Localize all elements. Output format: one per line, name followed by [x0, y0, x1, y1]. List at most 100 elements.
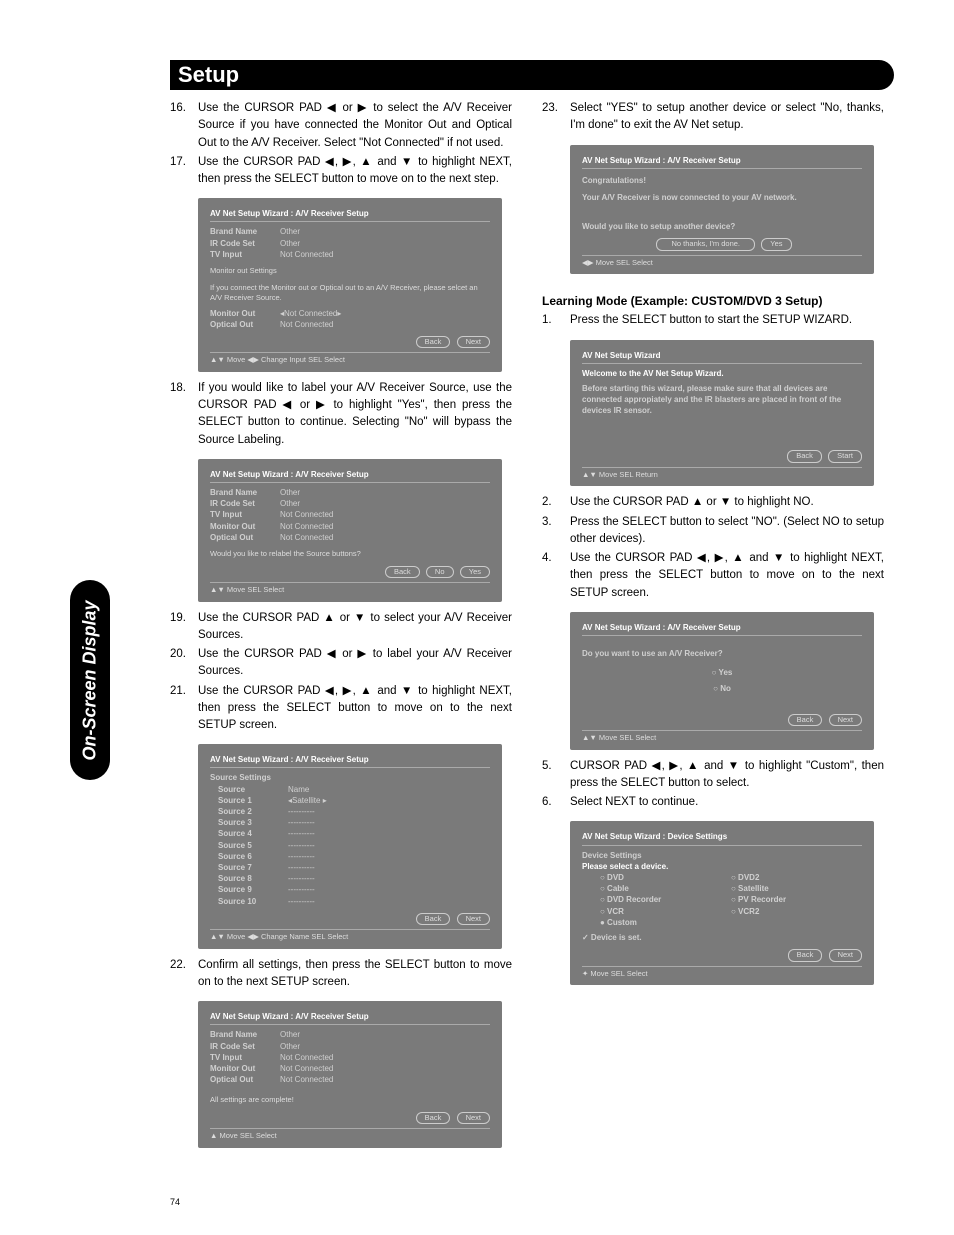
field-value: Not Connected: [280, 521, 490, 532]
option-no[interactable]: ○ No: [582, 683, 862, 694]
screen-title: AV Net Setup Wizard : A/V Receiver Setup: [582, 155, 862, 169]
field-label: IR Code Set: [210, 238, 280, 249]
step-text: If you would like to label your A/V Rece…: [198, 380, 512, 449]
screen-message: Welcome to the AV Net Setup Wizard.: [582, 368, 862, 379]
device-option[interactable]: ○ VCR: [600, 906, 731, 917]
field-label: Monitor Out: [210, 308, 280, 319]
next-button[interactable]: Next: [457, 1112, 490, 1125]
left-column: 16.Use the CURSOR PAD ◀ or ▶ to select t…: [170, 100, 512, 1195]
source-value: ----------: [288, 806, 490, 817]
back-button[interactable]: Back: [788, 714, 823, 727]
step-number: 16.: [170, 100, 198, 152]
step-text: Use the CURSOR PAD ◀ or ▶ to label your …: [198, 646, 512, 681]
screen-footer: ▲ Move SEL Select: [210, 1128, 490, 1142]
field-value: Other: [280, 1041, 490, 1052]
field-label: IR Code Set: [210, 1041, 280, 1052]
source-label: Source 8: [210, 873, 288, 884]
field-value: Other: [280, 487, 490, 498]
field-value: Other: [280, 498, 490, 509]
field-value: Other: [280, 226, 490, 237]
screen-title: AV Net Setup Wizard: [582, 350, 862, 364]
yes-button[interactable]: Yes: [460, 566, 490, 579]
device-option[interactable]: ○ DVD2: [731, 872, 862, 883]
next-button[interactable]: Next: [829, 714, 862, 727]
back-button[interactable]: Back: [416, 913, 451, 926]
device-option[interactable]: ○ PV Recorder: [731, 894, 862, 905]
source-value: ----------: [288, 851, 490, 862]
side-tab: On-Screen Display: [70, 580, 110, 780]
step-text: CURSOR PAD ◀, ▶, ▲ and ▼ to highlight "C…: [570, 758, 884, 793]
next-button[interactable]: Next: [829, 949, 862, 962]
device-option[interactable]: ● Custom: [600, 917, 731, 928]
device-option[interactable]: ○ DVD Recorder: [600, 894, 731, 905]
screen-title: AV Net Setup Wizard : A/V Receiver Setup: [210, 1011, 490, 1025]
source-label: Source 5: [210, 840, 288, 851]
no-button[interactable]: No: [426, 566, 454, 579]
back-button[interactable]: Back: [416, 336, 451, 349]
field-label: Optical Out: [210, 1074, 280, 1085]
step-number: 2.: [542, 494, 570, 511]
back-button[interactable]: Back: [787, 450, 822, 463]
column-header: Name: [288, 784, 490, 795]
no-thanks-button[interactable]: No thanks, I'm done.: [656, 238, 755, 251]
source-label: Source 2: [210, 806, 288, 817]
next-button[interactable]: Next: [457, 336, 490, 349]
screen-subtitle: Source Settings: [210, 772, 490, 783]
screen-footer: ✦ Move SEL Select: [582, 966, 862, 980]
screen-footer: ▲▼ Move ◀▶ Change Name SEL Select: [210, 929, 490, 943]
yes-button[interactable]: Yes: [761, 238, 791, 251]
device-option[interactable]: ○ Cable: [600, 883, 731, 894]
screen-message: Your A/V Receiver is now connected to yo…: [582, 192, 862, 203]
field-label: Monitor Out: [210, 1063, 280, 1074]
device-option[interactable]: ○ VCR2: [731, 906, 862, 917]
field-value: Not Connected: [280, 1063, 490, 1074]
source-label: Source 1: [210, 795, 288, 806]
screen-prompt: Please select a device.: [582, 861, 862, 872]
screen-footer: ◀▶ Move SEL Select: [582, 255, 862, 269]
screen-title: AV Net Setup Wizard : A/V Receiver Setup: [210, 208, 490, 222]
screen-message: Before starting this wizard, please make…: [582, 383, 862, 417]
step-number: 18.: [170, 380, 198, 449]
source-value: ----------: [288, 862, 490, 873]
start-button[interactable]: Start: [828, 450, 862, 463]
right-column: 23.Select "YES" to setup another device …: [542, 100, 884, 1195]
field-value: Not Connected: [280, 319, 490, 330]
screen-subtitle: Device Settings: [582, 850, 862, 861]
field-value: Not Connected: [280, 1052, 490, 1063]
column-header: Source: [210, 784, 288, 795]
screen-note: All settings are complete!: [210, 1095, 490, 1106]
screen-footer: ▲▼ Move SEL Select: [582, 730, 862, 744]
step-text: Press the SELECT button to select "NO". …: [570, 514, 884, 549]
source-label: Source 6: [210, 851, 288, 862]
screen-question: Do you want to use an A/V Receiver?: [582, 648, 862, 659]
section-header: Setup: [170, 60, 894, 90]
screen-title: AV Net Setup Wizard : A/V Receiver Setup: [582, 622, 862, 636]
device-option[interactable]: ○ DVD: [600, 872, 731, 883]
option-yes[interactable]: ○ Yes: [582, 667, 862, 678]
back-button[interactable]: Back: [416, 1112, 451, 1125]
next-button[interactable]: Next: [457, 913, 490, 926]
source-value: ----------: [288, 896, 490, 907]
step-text: Press the SELECT button to start the SET…: [570, 312, 884, 329]
step-text: Use the CURSOR PAD ◀ or ▶ to select the …: [198, 100, 512, 152]
side-tab-label: On-Screen Display: [80, 600, 101, 760]
field-value: Not Connected: [280, 532, 490, 543]
back-button[interactable]: Back: [788, 949, 823, 962]
field-label: Brand Name: [210, 1029, 280, 1040]
source-value: ----------: [288, 873, 490, 884]
source-value: ----------: [288, 817, 490, 828]
tv-screen: AV Net Setup Wizard : A/V Receiver Setup…: [570, 612, 874, 750]
device-option[interactable]: ○ Satellite: [731, 883, 862, 894]
field-label: TV Input: [210, 1052, 280, 1063]
tv-screen: AV Net Setup Wizard : A/V Receiver Setup…: [198, 198, 502, 372]
step-number: 23.: [542, 100, 570, 135]
step-number: 3.: [542, 514, 570, 549]
screen-note: Monitor out Settings: [210, 266, 490, 277]
source-label: Source 4: [210, 828, 288, 839]
field-value: ◂Not Connected▸: [280, 308, 490, 319]
step-number: 6.: [542, 794, 570, 811]
step-number: 21.: [170, 683, 198, 735]
step-number: 1.: [542, 312, 570, 329]
back-button[interactable]: Back: [385, 566, 420, 579]
source-label: Source 7: [210, 862, 288, 873]
